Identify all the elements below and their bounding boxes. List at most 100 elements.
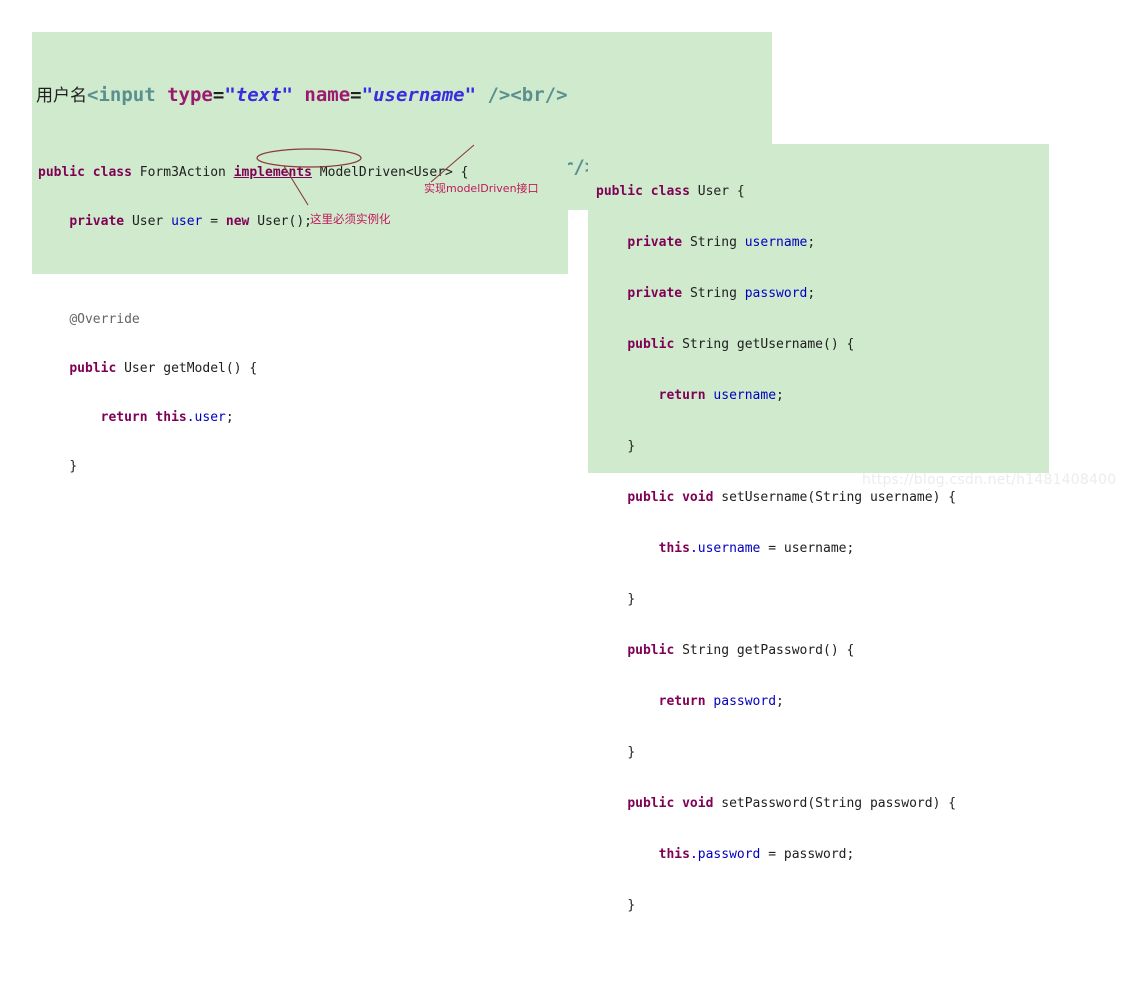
- method-setusername: setUsername(String username) {: [721, 490, 957, 505]
- equals-1: =: [212, 84, 225, 106]
- user-class-code-block: public class User { private String usern…: [588, 144, 1049, 913]
- user-line-10: public String getPassword() {: [596, 640, 1049, 661]
- attr-name-username: name: [304, 84, 351, 106]
- ref-username-1: username: [713, 388, 777, 403]
- field-password-ref: password: [697, 847, 761, 862]
- kw-public-u1: public: [596, 184, 643, 199]
- semicolon-u2: ;: [807, 286, 816, 301]
- ref-password-1: password: [713, 694, 777, 709]
- user-line-15: }: [596, 895, 1049, 916]
- kw-return-u2: return: [658, 694, 706, 709]
- kw-public-u5: public: [627, 796, 675, 811]
- form3action-line-5: public User getModel() {: [38, 359, 568, 378]
- semicolon-u1: ;: [807, 235, 816, 250]
- semicolon-u3: ;: [776, 388, 784, 403]
- kw-void-u2: void: [682, 796, 714, 811]
- type-user-1: User: [131, 214, 164, 229]
- method-getusername: getUsername() {: [736, 337, 855, 352]
- label-username: 用户名: [36, 86, 87, 106]
- user-line-7: public void setUsername(String username)…: [596, 487, 1049, 508]
- classname-user: User {: [697, 184, 745, 199]
- field-user: user: [171, 214, 203, 229]
- kw-implements: implements: [233, 165, 312, 180]
- kw-new: new: [225, 214, 250, 229]
- space-1: [156, 84, 167, 106]
- method-getpassword: getPassword() {: [736, 643, 855, 658]
- attr-name-value-username: "username": [361, 84, 477, 106]
- brace-close-u4: }: [627, 898, 636, 913]
- interface-modeldriven: ModelDriven<User> {: [319, 165, 469, 180]
- user-line-2: private String username;: [596, 232, 1049, 253]
- semicolon-u4: ;: [776, 694, 784, 709]
- space-2: [293, 84, 304, 106]
- form3action-line-7: }: [38, 457, 568, 476]
- user-line-4: public String getUsername() {: [596, 334, 1049, 355]
- kw-private-u2: private: [627, 286, 683, 301]
- field-username-ref: username: [697, 541, 761, 556]
- user-line-17: }: [596, 997, 1049, 1000]
- user-line-16-blank: [596, 946, 1049, 967]
- method-getmodel: getModel() {: [163, 361, 258, 376]
- kw-class-1: class: [92, 165, 132, 180]
- kw-public-2: public: [69, 361, 117, 376]
- field-username-decl: username: [744, 235, 808, 250]
- ref-this-username: .username: [689, 541, 761, 556]
- kw-public-u3: public: [627, 490, 675, 505]
- brace-close-u2: }: [627, 592, 636, 607]
- classname-form3action: Form3Action: [139, 165, 226, 180]
- user-line-9: }: [596, 589, 1049, 610]
- csdn-watermark: https://blog.csdn.net/h1481408400: [862, 472, 1117, 488]
- method-setpassword: setPassword(String password) {: [721, 796, 957, 811]
- form3action-line-6: return this.user;: [38, 408, 568, 427]
- type-string-u1: String: [689, 235, 737, 250]
- kw-private-1: private: [69, 214, 125, 229]
- kw-return-u1: return: [658, 388, 706, 403]
- user-line-11: return password;: [596, 691, 1049, 712]
- kw-public-1: public: [38, 165, 85, 180]
- kw-this-u1: this: [658, 541, 690, 556]
- input-tag-open-username: <input: [87, 84, 156, 106]
- form3action-line-4: @Override: [38, 310, 568, 329]
- input-tag-close-username: /><br/>: [487, 84, 568, 106]
- ref-user-field: .user: [186, 410, 226, 425]
- attr-type-username: type: [167, 84, 213, 106]
- kw-this-u2: this: [658, 847, 690, 862]
- kw-void-u1: void: [682, 490, 714, 505]
- kw-this-1: this: [155, 410, 187, 425]
- user-line-12: }: [596, 742, 1049, 763]
- field-password-decl: password: [744, 286, 808, 301]
- equals-2: =: [350, 84, 362, 106]
- user-line-1: public class User {: [596, 181, 1049, 202]
- user-line-5: return username;: [596, 385, 1049, 406]
- kw-public-u4: public: [627, 643, 675, 658]
- html-snippet-line-username: 用户名<input type="text" name="username" />…: [36, 82, 772, 110]
- user-line-3: private String password;: [596, 283, 1049, 304]
- space-3: [476, 84, 487, 106]
- kw-private-u1: private: [627, 235, 683, 250]
- semicolon-1: ;: [225, 410, 234, 425]
- annotation-note-modeldriven: 实现modelDriven接口: [424, 182, 539, 195]
- annotation-override: @Override: [69, 312, 140, 327]
- user-line-6: }: [596, 436, 1049, 457]
- assign-username: = username;: [760, 541, 855, 556]
- annotation-note-instantiate: 这里必须实例化: [310, 212, 391, 226]
- type-string-u2: String: [689, 286, 737, 301]
- user-line-13: public void setPassword(String password)…: [596, 793, 1049, 814]
- user-line-8: this.username = username;: [596, 538, 1049, 559]
- kw-return-1: return: [100, 410, 148, 425]
- assign-password: = password;: [760, 847, 855, 862]
- form3action-line-3-blank: [38, 261, 568, 280]
- kw-class-u1: class: [650, 184, 690, 199]
- ref-this-password: .password: [689, 847, 761, 862]
- user-line-14: this.password = password;: [596, 844, 1049, 865]
- type-string-u3: String: [682, 337, 730, 352]
- type-string-u4: String: [682, 643, 730, 658]
- kw-public-u2: public: [627, 337, 675, 352]
- attr-type-value-username: "text": [224, 84, 293, 106]
- form3action-line-2: private User user = new User();: [38, 212, 568, 231]
- type-user-2: User: [124, 361, 156, 376]
- brace-close-1: }: [69, 459, 78, 474]
- ctor-user-call: User();: [257, 214, 312, 229]
- form3action-code-block: public class Form3Action implements Mode…: [32, 127, 568, 474]
- assign-op-1: =: [210, 214, 226, 229]
